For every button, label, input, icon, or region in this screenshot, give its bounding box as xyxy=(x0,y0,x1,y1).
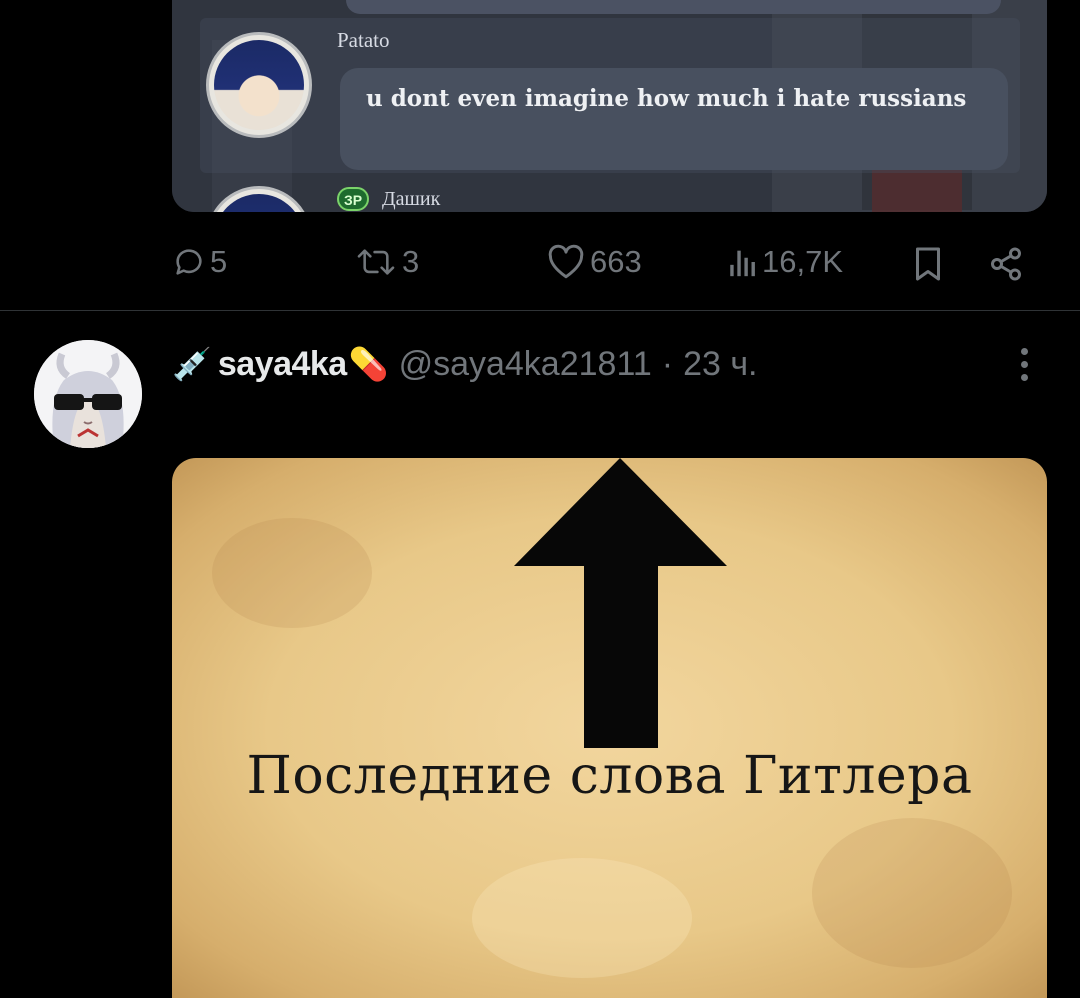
bookmark-button[interactable] xyxy=(912,246,944,282)
previous-message-bubble xyxy=(346,0,1001,14)
like-count: 663 xyxy=(590,244,642,279)
paper-highlight xyxy=(472,858,692,978)
author-avatar[interactable] xyxy=(34,340,142,448)
adventure-rank-badge: ЗР xyxy=(337,187,369,211)
reply-icon xyxy=(176,249,202,275)
image-caption: Последние слова Гитлера xyxy=(246,746,973,806)
chat-author-name: Patato xyxy=(337,28,390,52)
reply-count: 5 xyxy=(210,244,228,279)
views-count: 16,7K xyxy=(762,244,844,279)
up-arrow-icon xyxy=(514,458,727,748)
repost-count: 3 xyxy=(402,244,420,279)
share-icon xyxy=(991,247,1021,281)
repost-icon xyxy=(357,249,395,275)
post-media-image[interactable]: Последние слова Гитлера xyxy=(172,458,1047,998)
author-display-name[interactable]: saya4ka xyxy=(218,345,347,384)
reply-button[interactable]: 5 xyxy=(172,244,227,280)
chat-author-name-2: Дашик xyxy=(382,188,441,210)
meta-separator: · xyxy=(661,344,674,383)
paper-stain xyxy=(812,818,1012,968)
views-button[interactable]: 16,7K xyxy=(728,244,843,280)
like-button[interactable]: 663 xyxy=(546,244,642,280)
more-icon xyxy=(1014,348,1034,381)
media-clip-mask xyxy=(150,212,1080,240)
chat-avatar xyxy=(206,32,312,138)
share-button[interactable] xyxy=(988,246,1024,282)
chat-message-bubble: u dont even imagine how much i hate russ… xyxy=(340,68,1008,170)
like-icon xyxy=(548,244,584,279)
post-timestamp[interactable]: 23 ч. xyxy=(683,345,757,384)
post-divider xyxy=(0,310,1080,311)
repost-button[interactable]: 3 xyxy=(354,244,419,280)
bookmark-icon xyxy=(916,247,940,281)
more-options-button[interactable] xyxy=(1014,344,1034,384)
pill-emoji: 💊 xyxy=(348,346,389,382)
views-icon xyxy=(730,250,755,277)
author-handle[interactable]: @saya4ka21811 xyxy=(399,345,652,384)
post-action-bar: 5 3 663 16,7K xyxy=(0,240,1080,288)
syringe-emoji: 💉 xyxy=(172,346,212,382)
post-header: 💉 saya4ka 💊 @saya4ka21811 · 23 ч. xyxy=(172,336,758,392)
